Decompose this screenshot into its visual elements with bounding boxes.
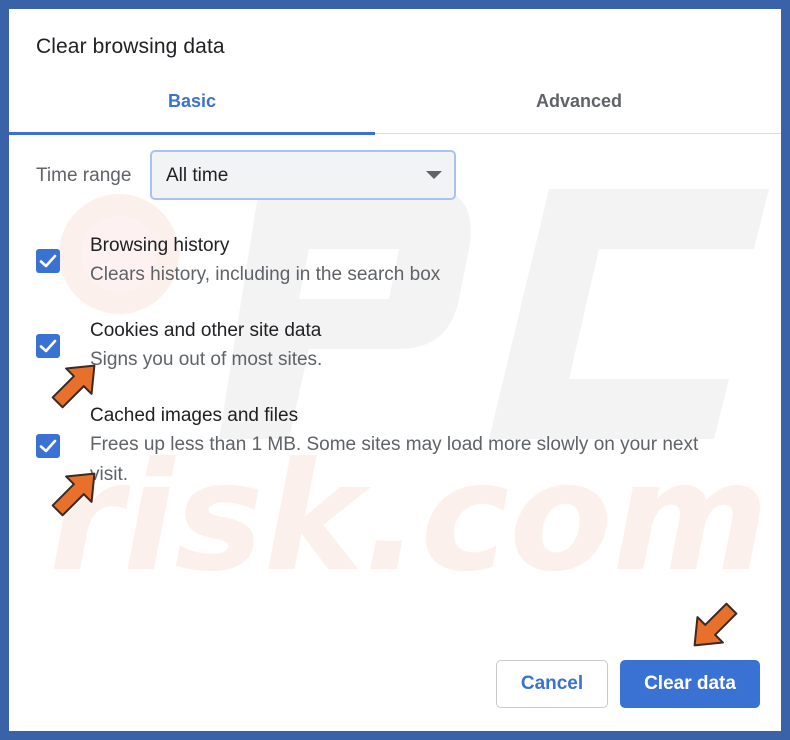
checkbox-cookies[interactable] xyxy=(36,334,60,358)
time-range-select[interactable]: All time xyxy=(150,150,456,200)
option-description: Clears history, including in the search … xyxy=(90,264,441,285)
tab-advanced[interactable]: Advanced xyxy=(392,81,766,133)
clear-data-button[interactable]: Clear data xyxy=(620,660,760,708)
option-description: Frees up less than 1 MB. Some sites may … xyxy=(90,434,699,485)
cancel-button[interactable]: Cancel xyxy=(496,660,608,708)
checkmark-icon xyxy=(39,439,57,453)
dropdown-caret-icon xyxy=(426,171,442,179)
option-description: Signs you out of most sites. xyxy=(90,349,323,370)
time-range-value: All time xyxy=(166,165,229,186)
dialog: risk.com Clear browsing data Basic Advan… xyxy=(9,9,781,731)
dialog-title: Clear browsing data xyxy=(36,35,225,58)
option-title: Browsing history xyxy=(90,235,230,256)
checkbox-cached-images[interactable] xyxy=(36,434,60,458)
option-title: Cached images and files xyxy=(90,405,299,426)
option-title: Cookies and other site data xyxy=(90,320,322,341)
checkmark-icon xyxy=(39,339,57,353)
annotation-arrow-icon xyxy=(693,602,738,647)
time-range-label: Time range xyxy=(36,165,132,186)
checkbox-browsing-history[interactable] xyxy=(36,249,60,273)
tab-bar: Basic Advanced xyxy=(9,81,781,135)
checkmark-icon xyxy=(39,254,57,268)
tab-basic[interactable]: Basic xyxy=(9,81,375,135)
